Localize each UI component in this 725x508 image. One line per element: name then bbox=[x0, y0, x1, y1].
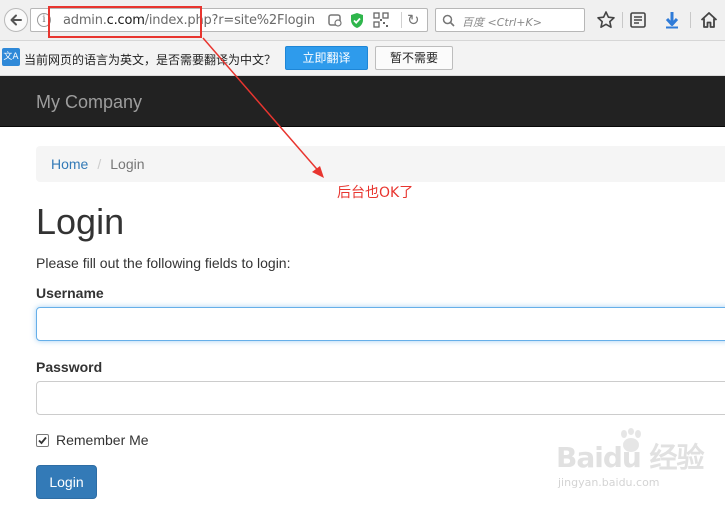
breadcrumb-home-link[interactable]: Home bbox=[51, 156, 88, 172]
bookmark-star-icon[interactable] bbox=[596, 10, 616, 30]
download-icon[interactable] bbox=[662, 10, 682, 30]
translate-message: 当前网页的语言为英文，是否需要翻译为中文？ bbox=[24, 53, 277, 67]
dismiss-translate-button[interactable]: 暂不需要 bbox=[375, 46, 453, 70]
login-button[interactable]: Login bbox=[36, 465, 97, 499]
watermark-sub-text: jingyan.baidu.com bbox=[558, 476, 660, 489]
password-label: Password bbox=[36, 359, 103, 375]
qr-code-icon[interactable] bbox=[373, 12, 389, 33]
url-divider bbox=[401, 12, 402, 28]
translate-bar: 文A 当前网页的语言为英文，是否需要翻译为中文？ 立即翻译 暂不需要 bbox=[0, 41, 725, 76]
toolbar-divider bbox=[622, 12, 623, 28]
form-intro: Please fill out the following fields to … bbox=[36, 255, 291, 271]
breadcrumb: Home / Login bbox=[36, 146, 725, 182]
shield-icon[interactable] bbox=[349, 12, 365, 34]
page-title: Login bbox=[36, 201, 125, 242]
search-placeholder: 百度 <Ctrl+K> bbox=[462, 16, 542, 29]
back-button[interactable] bbox=[4, 8, 28, 32]
remember-me-checkbox[interactable] bbox=[36, 434, 49, 447]
brand-link[interactable]: My Company bbox=[36, 92, 142, 113]
reload-icon[interactable]: ↻ bbox=[407, 11, 420, 29]
password-input[interactable] bbox=[36, 381, 725, 415]
annotation-highlight-box bbox=[48, 6, 202, 38]
breadcrumb-current: Login bbox=[110, 156, 145, 172]
username-label: Username bbox=[36, 285, 104, 301]
reader-icon[interactable] bbox=[327, 12, 343, 33]
baidu-watermark: Baidu 经验 jingyan.baidu.com bbox=[556, 428, 716, 492]
annotation-text: 后台也OK了 bbox=[337, 185, 414, 201]
translate-button[interactable]: 立即翻译 bbox=[285, 46, 368, 70]
breadcrumb-separator: / bbox=[97, 156, 102, 172]
username-input[interactable] bbox=[36, 307, 725, 341]
remember-me-label[interactable]: Remember Me bbox=[56, 432, 149, 448]
back-arrow-icon bbox=[10, 14, 22, 26]
site-navbar: My Company bbox=[0, 76, 725, 127]
reading-list-icon[interactable] bbox=[628, 10, 648, 30]
checkmark-icon bbox=[38, 436, 47, 445]
search-box[interactable]: 百度 <Ctrl+K> bbox=[435, 8, 585, 32]
watermark-main-text: Baidu 经验 bbox=[556, 441, 705, 474]
home-icon[interactable] bbox=[699, 10, 719, 30]
toolbar-divider bbox=[690, 12, 691, 28]
translate-icon: 文A bbox=[2, 48, 20, 66]
search-icon bbox=[442, 14, 455, 27]
